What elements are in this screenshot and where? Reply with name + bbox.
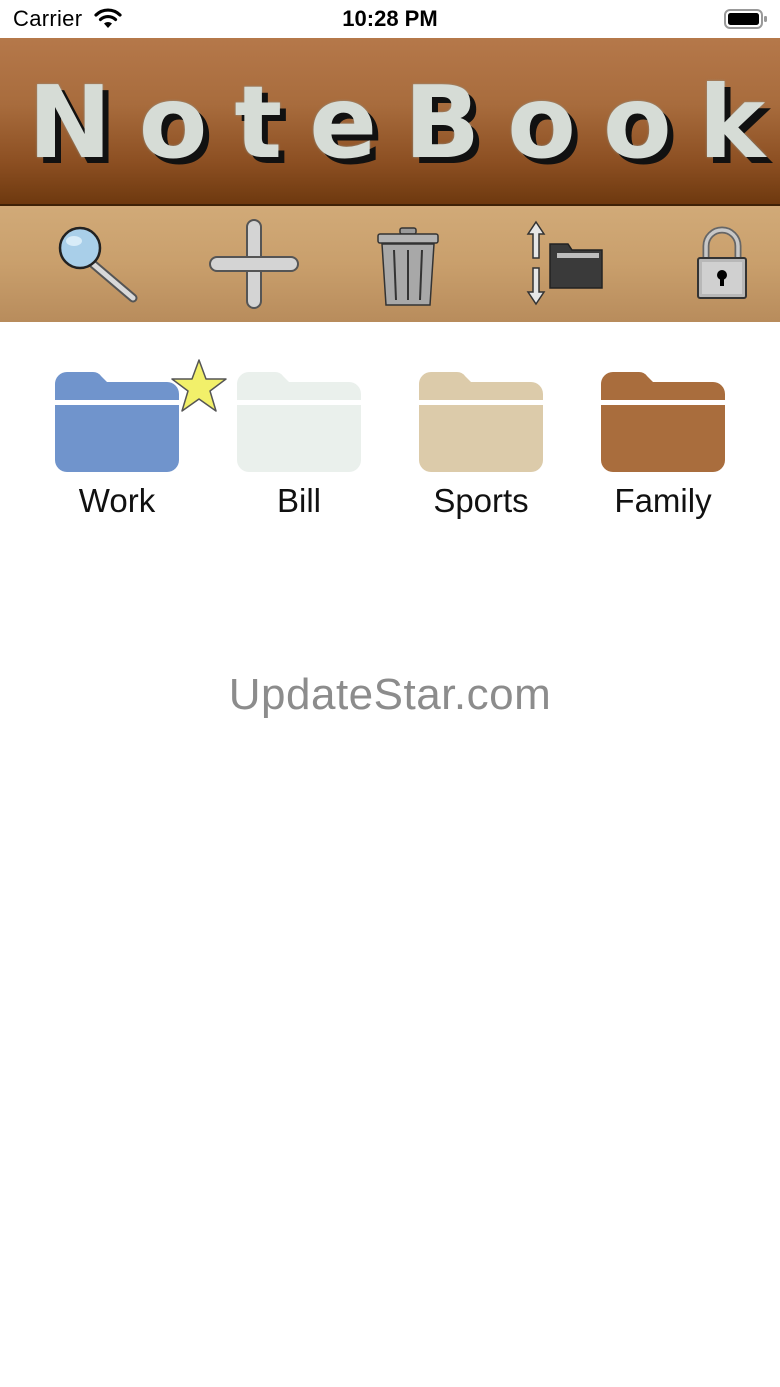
- folder-label: Work: [78, 482, 156, 519]
- status-bar: Carrier 10:28 PM: [0, 0, 780, 38]
- folder-icon: [55, 372, 179, 472]
- watermark-text: UpdateStar.com: [228, 670, 552, 719]
- folder-work[interactable]: Work: [27, 358, 227, 528]
- folder-sports[interactable]: Sports: [391, 358, 571, 528]
- folder-label: Family: [614, 482, 712, 519]
- sort-folders-icon: [526, 220, 603, 306]
- toolbar: [0, 206, 780, 322]
- sort-folders-button[interactable]: [520, 206, 610, 322]
- folder-icon: [601, 372, 725, 472]
- search-button[interactable]: [50, 206, 146, 322]
- search-icon: [58, 226, 138, 303]
- folder-icon: [419, 372, 543, 472]
- notebook-screen: Carrier 10:28 PM NoteBook Work Bill Spor…: [0, 0, 780, 1387]
- add-icon: [209, 219, 299, 309]
- battery-icon: [724, 9, 767, 29]
- lock-icon: [697, 226, 747, 299]
- folder-family[interactable]: Family: [573, 358, 753, 528]
- title-banner: NoteBook: [0, 38, 780, 206]
- delete-button[interactable]: [370, 206, 446, 322]
- folder-label: Sports: [433, 482, 529, 519]
- folder-icon: [237, 372, 361, 472]
- folder-label: Bill: [276, 482, 321, 519]
- status-time: 10:28 PM: [342, 6, 438, 31]
- lock-button[interactable]: [690, 206, 752, 322]
- app-title: NoteBook: [28, 64, 780, 181]
- folder-bill[interactable]: Bill: [209, 358, 389, 528]
- add-note-button[interactable]: [204, 206, 304, 322]
- folder-grid: Work Bill Sports Family: [0, 358, 780, 538]
- trash-icon: [377, 227, 439, 306]
